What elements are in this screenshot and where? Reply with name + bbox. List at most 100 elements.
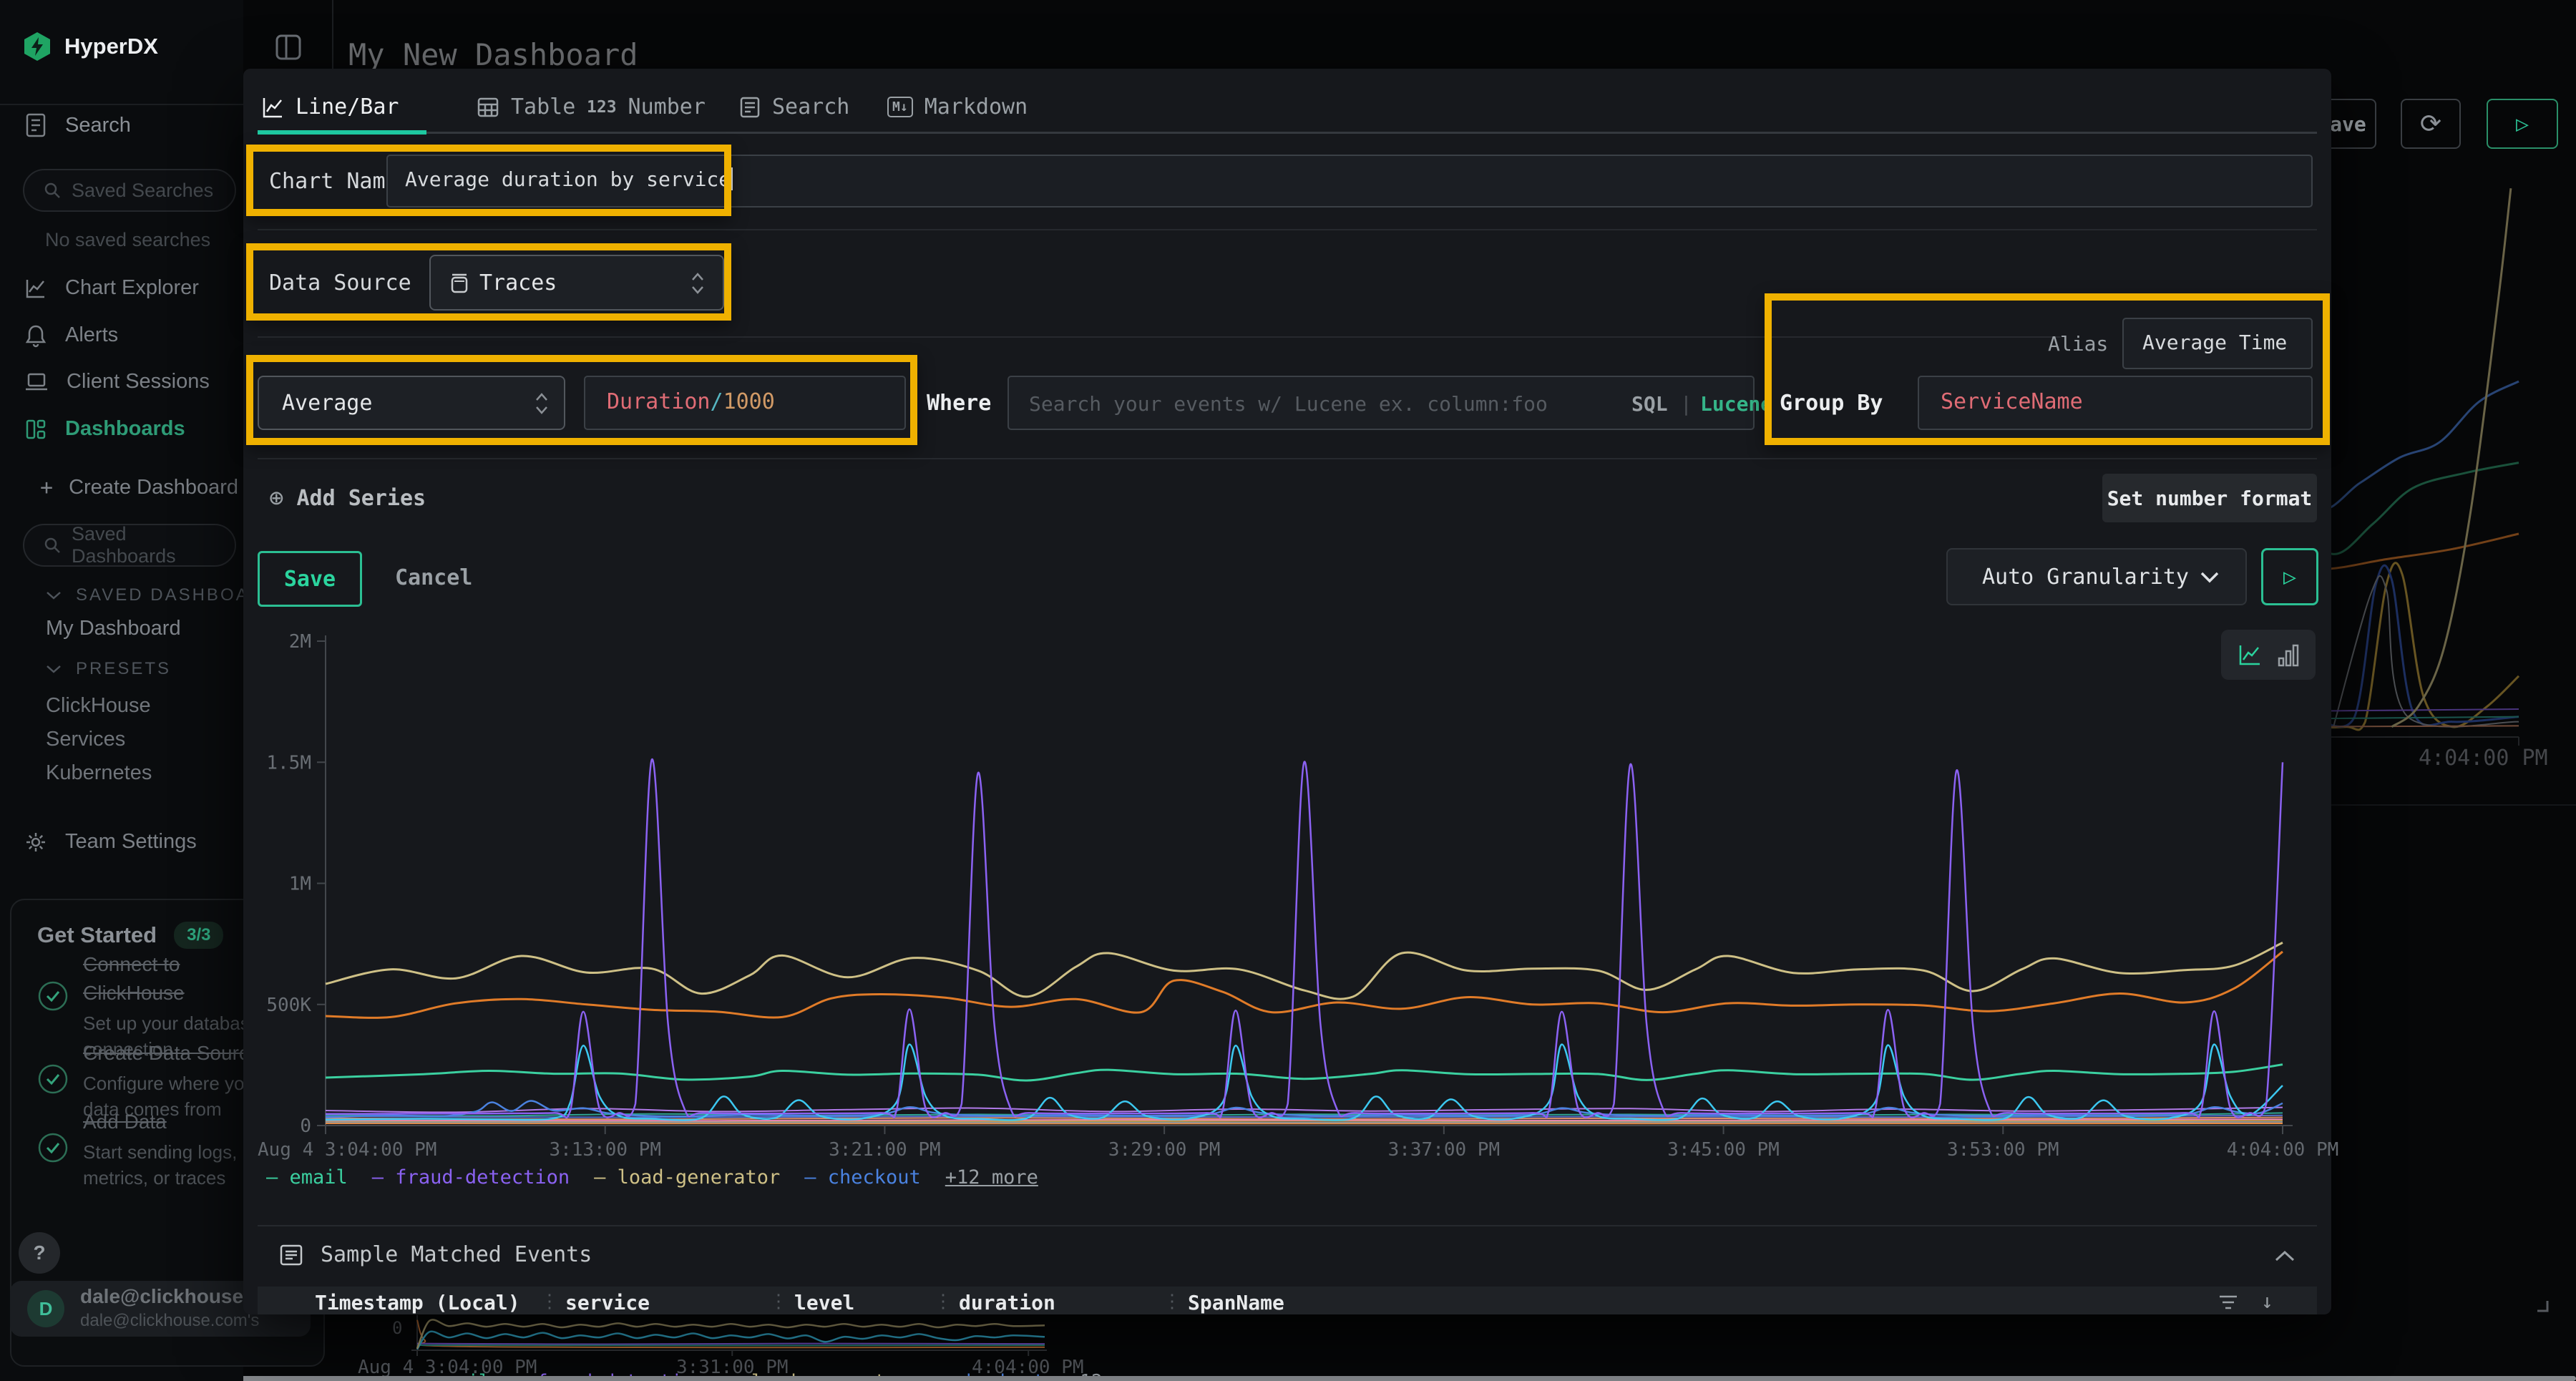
sidebar-item-search[interactable]: Search	[25, 113, 131, 137]
table-icon	[477, 96, 499, 119]
saved-dashboards-placeholder: Saved Dashboards	[72, 523, 235, 567]
col-spanname[interactable]: SpanName	[1188, 1291, 1284, 1314]
legend-item[interactable]: — email	[266, 1166, 348, 1189]
preview-chart[interactable]: 0500K1M1.5M2MAug 4 3:04:00 PM3:13:00 PM3…	[250, 615, 2326, 1181]
column-separator[interactable]: ⋮	[769, 1291, 788, 1312]
legend-item[interactable]: — checkout	[804, 1166, 921, 1189]
tab-markdown[interactable]: M↓ Markdown	[887, 94, 1028, 119]
active-tab-underline	[258, 130, 426, 135]
sample-events-header[interactable]: Sample Matched Events	[279, 1242, 592, 1267]
laptop-icon	[25, 372, 48, 392]
sidebar-item-kubernetes[interactable]: Kubernetes	[46, 761, 152, 785]
svg-text:0: 0	[300, 1116, 311, 1137]
run-query-button[interactable]: ▷	[2261, 548, 2318, 605]
get-started-badge: 3/3	[174, 922, 223, 949]
svg-text:2M: 2M	[289, 631, 311, 653]
column-separator[interactable]: ⋮	[934, 1291, 952, 1312]
tab-table[interactable]: Table	[477, 94, 575, 119]
help-icon: ?	[33, 1241, 45, 1264]
where-search-input[interactable]: Search your events w/ Lucene ex. column:…	[1008, 376, 1755, 430]
legend-item[interactable]: — load-generator	[594, 1166, 780, 1189]
brand[interactable]: HyperDX	[23, 31, 158, 62]
get-started-item-3-subtitle: Start sending logs, metrics, or traces	[83, 1139, 266, 1191]
sidebar-item-clickhouse[interactable]: ClickHouse	[46, 694, 151, 718]
granularity-select[interactable]: Auto Granularity	[1946, 548, 2247, 605]
play-icon: ▷	[2516, 112, 2529, 137]
dashboards-icon	[25, 419, 47, 440]
team-settings-label: Team Settings	[65, 830, 197, 854]
lucene-toggle[interactable]: Lucene	[1700, 392, 1772, 416]
page-title: My New Dashboard	[348, 37, 638, 72]
collapse-section-icon[interactable]	[2274, 1249, 2296, 1262]
avatar-initial: D	[39, 1298, 53, 1320]
tab-search[interactable]: Search	[739, 94, 849, 119]
get-started-item-1-title[interactable]: Connect to ClickHouse	[83, 950, 197, 1007]
avatar: D	[27, 1290, 64, 1327]
column-separator[interactable]: ⋮	[1163, 1291, 1181, 1312]
section-divider	[258, 1225, 2317, 1226]
add-series-button[interactable]: ⊕ Add Series	[269, 484, 426, 512]
app-root: My New Dashboard Save ⟳ ▷ 4:04:00 PM 0 A…	[0, 0, 2576, 1381]
sidebar-item-chart-explorer[interactable]: Chart Explorer	[25, 276, 199, 300]
section-presets[interactable]: PRESETS	[46, 659, 171, 679]
sidebar-item-client-sessions[interactable]: Client Sessions	[25, 370, 210, 394]
magnifier-icon	[43, 536, 62, 555]
save-label: Save	[284, 567, 336, 592]
check-circle-icon	[37, 1132, 69, 1167]
sql-toggle[interactable]: SQL	[1631, 392, 1668, 416]
events-table-header: Timestamp (Local) ⋮ service ⋮ level ⋮ du…	[258, 1287, 2317, 1314]
saved-searches-input[interactable]: Saved Searches	[23, 169, 236, 212]
refresh-icon: ⟳	[2420, 109, 2441, 139]
where-placeholder: Search your events w/ Lucene ex. column:…	[1029, 392, 1548, 416]
dashboard-refresh-button[interactable]: ⟳	[2401, 99, 2461, 149]
sidebar-item-create-dashboard[interactable]: + Create Dashboard	[40, 475, 238, 500]
sidebar-item-dashboards[interactable]: Dashboards	[25, 417, 185, 441]
bell-icon	[25, 324, 47, 347]
event-list-icon	[279, 1243, 303, 1267]
sidebar-collapse-button[interactable]	[274, 33, 303, 62]
save-button[interactable]: Save	[258, 551, 362, 607]
annotation-group-by	[1765, 293, 2330, 445]
column-separator[interactable]: ⋮	[540, 1291, 559, 1312]
cancel-button[interactable]: Cancel	[395, 565, 472, 590]
annotation-aggregation	[246, 355, 917, 445]
chart-explorer-icon	[25, 278, 47, 299]
dashboard-play-button[interactable]: ▷	[2487, 99, 2558, 149]
tab-line-bar[interactable]: Line/Bar	[261, 94, 399, 119]
svg-text:1M: 1M	[289, 874, 311, 895]
download-icon[interactable]: ↓	[2261, 1289, 2273, 1313]
tab-number[interactable]: 123 Number	[587, 94, 706, 119]
create-dashboard-label: Create Dashboard	[69, 476, 238, 499]
set-number-format-button[interactable]: Set number format	[2102, 474, 2317, 522]
sidebar-item-services[interactable]: Services	[46, 728, 125, 751]
col-service[interactable]: service	[565, 1291, 650, 1314]
filter-rows-icon[interactable]	[2217, 1292, 2240, 1312]
line-chart-icon	[261, 96, 284, 119]
markdown-icon: M↓	[887, 97, 913, 117]
tab-search-label: Search	[772, 94, 849, 119]
tab-table-label: Table	[511, 94, 575, 119]
saved-dashboards-input[interactable]: Saved Dashboards	[23, 524, 236, 567]
legend-more-link[interactable]: +12 more	[945, 1166, 1038, 1189]
sidebar-item-my-dashboard[interactable]: My Dashboard	[46, 617, 181, 640]
saved-searches-placeholder: Saved Searches	[72, 180, 213, 202]
svg-text:3:29:00 PM: 3:29:00 PM	[1108, 1139, 1221, 1161]
check-circle-icon	[37, 1063, 69, 1098]
col-duration[interactable]: duration	[959, 1291, 1055, 1314]
col-timestamp[interactable]: Timestamp (Local)	[315, 1291, 520, 1314]
horizontal-scrollbar[interactable]	[156, 1376, 2576, 1381]
plus-icon: +	[40, 475, 53, 500]
presets-section-label: PRESETS	[76, 659, 171, 679]
svg-text:500K: 500K	[266, 995, 311, 1016]
legend-item[interactable]: — fraud-detection	[372, 1166, 570, 1189]
svg-text:3:45:00 PM: 3:45:00 PM	[1667, 1139, 1780, 1161]
sidebar-item-alerts[interactable]: Alerts	[25, 323, 118, 347]
user-email: dale@clickhouse.c	[80, 1284, 260, 1309]
add-series-label: Add Series	[296, 486, 426, 511]
tile-resize-handle[interactable]	[2533, 1297, 2550, 1314]
sidebar-item-team-settings[interactable]: Team Settings	[25, 830, 197, 854]
help-button[interactable]: ?	[19, 1232, 60, 1274]
sidebar-dashboards-label: Dashboards	[65, 417, 185, 441]
col-level[interactable]: level	[794, 1291, 854, 1314]
svg-text:4:04:00 PM: 4:04:00 PM	[2227, 1139, 2339, 1161]
